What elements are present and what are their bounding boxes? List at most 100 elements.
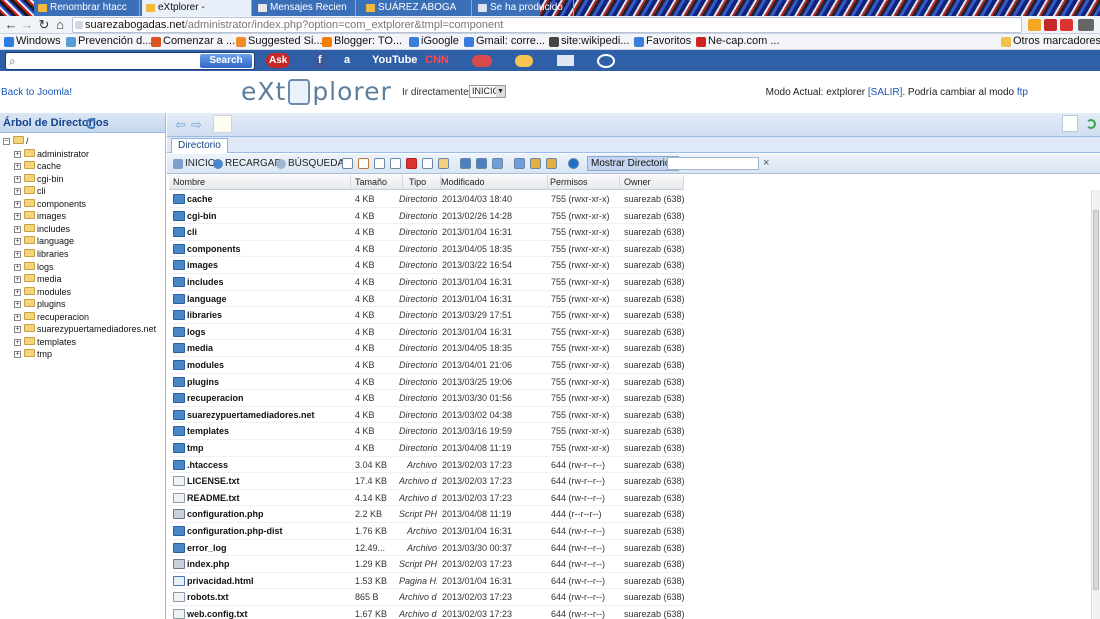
file-name[interactable]: modules (171, 357, 349, 373)
weather-icon[interactable] (515, 55, 533, 67)
toolbar-search-box[interactable]: ⌕ Search (5, 52, 255, 70)
menu-wrench-icon[interactable] (1078, 19, 1094, 31)
tree-item[interactable]: + libraries (14, 248, 69, 260)
move-icon[interactable] (390, 158, 401, 169)
bookmark-item[interactable]: Prevención d... (66, 34, 151, 49)
download-icon[interactable] (476, 158, 487, 169)
file-row[interactable]: README.txt 4.14 KB Archivo d... 2013/02/03 … (169, 490, 684, 507)
file-name[interactable]: index.php (171, 556, 349, 572)
extension-icon[interactable] (1060, 19, 1073, 31)
game-icon[interactable] (472, 55, 492, 67)
column-type[interactable]: Tipo (403, 175, 441, 190)
file-name[interactable]: LICENSE.txt (171, 473, 349, 489)
refresh-icon[interactable] (1086, 119, 1096, 129)
column-name[interactable]: Nombre (169, 175, 351, 190)
tree-item[interactable]: + cgi-bin (14, 173, 64, 185)
collapse-icon[interactable]: − (3, 138, 10, 145)
tree-item[interactable]: + components (14, 198, 86, 210)
bookmark-item[interactable]: iGoogle (409, 34, 459, 49)
file-name[interactable]: tmp (171, 440, 349, 456)
column-owner[interactable]: Owner (620, 175, 684, 190)
expand-icon[interactable]: + (14, 213, 21, 221)
file-name[interactable]: suarezypuertamediadores.net (171, 407, 349, 423)
vertical-scrollbar[interactable] (1091, 190, 1100, 619)
file-name[interactable]: README.txt (171, 490, 349, 506)
file-row[interactable]: recuperacion 4 KB Directorio 2013/03/30 01:… (169, 390, 684, 407)
browser-tab-4[interactable]: SUÁREZ ABOGA (362, 0, 472, 16)
file-row[interactable]: cli 4 KB Directorio 2013/01/04 16:31 755 (rw… (169, 224, 684, 241)
expand-icon[interactable]: + (14, 150, 21, 158)
expand-icon[interactable]: + (14, 326, 21, 334)
help-icon[interactable] (568, 158, 579, 169)
file-row[interactable]: cgi-bin 4 KB Directorio 2013/02/26 14:28 755… (169, 208, 684, 225)
file-row[interactable]: configuration.php 2.2 KB Script PHP 2013/04… (169, 506, 684, 523)
browser-tab-3[interactable]: Mensajes Recien (254, 0, 356, 16)
tree-item[interactable]: + plugins (14, 298, 66, 310)
file-name[interactable]: components (171, 241, 349, 257)
tree-item[interactable]: + media (14, 273, 62, 285)
file-row[interactable]: web.config.txt 1.67 KB Archivo d... 2013/02… (169, 606, 684, 619)
browser-tab-5[interactable]: Se ha producido (474, 0, 574, 16)
file-name[interactable]: libraries (171, 307, 349, 323)
gmail-extension-icon[interactable] (1044, 19, 1057, 31)
file-name[interactable]: logs (171, 324, 349, 340)
file-name[interactable]: plugins (171, 374, 349, 390)
goto-select[interactable]: INICIO ▼ (469, 85, 506, 98)
file-name[interactable]: privacidad.html (171, 573, 349, 589)
bookmark-item[interactable]: site:wikipedi... (549, 34, 629, 49)
delete-icon[interactable] (406, 158, 417, 169)
expand-icon[interactable]: + (14, 251, 21, 258)
file-row[interactable]: libraries 4 KB Directorio 2013/03/29 17:51 7… (169, 307, 684, 324)
clear-filter-icon[interactable]: × (763, 157, 769, 170)
view-icon[interactable] (460, 158, 471, 169)
bookmark-item[interactable]: Gmail: corre... (464, 34, 545, 49)
home-button[interactable]: INICIO (173, 157, 216, 171)
column-modified[interactable]: Modificado (437, 175, 548, 190)
archive-icon[interactable] (530, 158, 541, 169)
file-row[interactable]: LICENSE.txt 17.4 KB Archivo d... 2013/02/03… (169, 473, 684, 490)
expand-icon[interactable]: + (14, 175, 21, 183)
file-row[interactable]: cache 4 KB Directorio 2013/04/03 18:40 755 (… (169, 191, 684, 208)
tree-root[interactable]: − / (3, 135, 29, 147)
file-row[interactable]: tmp 4 KB Directorio 2013/04/08 11:19 755 (rw… (169, 440, 684, 457)
search-button[interactable]: Search (200, 54, 252, 68)
refresh-tree-icon[interactable] (86, 118, 97, 129)
expand-icon[interactable]: + (14, 200, 21, 208)
show-directories-toggle[interactable]: Mostrar Directorios (587, 156, 680, 171)
back-to-joomla-link[interactable]: Back to Joomla! (1, 87, 72, 98)
upload-icon[interactable] (492, 158, 503, 169)
tree-item[interactable]: + modules (14, 286, 71, 298)
file-name[interactable]: templates (171, 423, 349, 439)
copy-icon[interactable] (374, 158, 385, 169)
facebook-icon[interactable]: f (314, 53, 326, 68)
file-row[interactable]: logs 4 KB Directorio 2013/01/04 16:31 755 (r… (169, 324, 684, 341)
file-name[interactable]: includes (171, 274, 349, 290)
expand-icon[interactable]: + (14, 188, 21, 196)
file-row[interactable]: images 4 KB Directorio 2013/03/22 16:54 755 … (169, 257, 684, 274)
tree-item[interactable]: + cache (14, 160, 61, 172)
back-arrow-icon[interactable]: ← (4, 17, 18, 33)
file-row[interactable]: configuration.php-dist 1.76 KB Archivo 2013… (169, 523, 684, 540)
file-row[interactable]: error_log 12.49... Archivo 2013/03/30 00:37… (169, 540, 684, 557)
file-row[interactable]: language 4 KB Directorio 2013/01/04 16:31 75… (169, 291, 684, 308)
browser-tab-1[interactable]: Renombrar htacc (34, 0, 140, 16)
file-name[interactable]: robots.txt (171, 589, 349, 605)
file-name[interactable]: media (171, 340, 349, 356)
expand-icon[interactable]: + (14, 313, 21, 321)
reload-button[interactable]: RECARGAR (213, 157, 282, 171)
home-icon[interactable]: ⌂ (53, 17, 67, 33)
mail-icon[interactable] (557, 55, 574, 66)
file-row[interactable]: modules 4 KB Directorio 2013/04/01 21:06 755… (169, 357, 684, 374)
expand-icon[interactable]: + (14, 351, 21, 359)
file-row[interactable]: suarezypuertamediadores.net 4 KB Directori… (169, 407, 684, 424)
file-name[interactable]: cli (171, 224, 349, 240)
ftp-mode-link[interactable]: ftp (1017, 87, 1028, 98)
forward-arrow-icon[interactable]: ⇨ (191, 117, 202, 133)
file-row[interactable]: plugins 4 KB Directorio 2013/03/25 19:06 755… (169, 374, 684, 391)
expand-icon[interactable]: + (14, 276, 21, 284)
expand-icon[interactable]: + (14, 338, 21, 346)
bookmark-item[interactable]: Ne-cap.com ... (696, 34, 780, 49)
expand-icon[interactable]: + (14, 288, 21, 296)
extension-icon[interactable] (1028, 19, 1041, 31)
amazon-icon[interactable]: a (344, 53, 350, 68)
